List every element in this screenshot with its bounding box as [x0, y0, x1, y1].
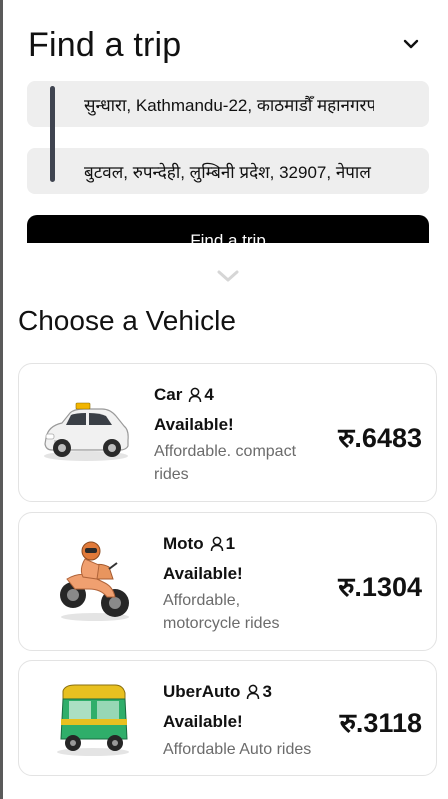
capacity: 4: [188, 385, 214, 405]
availability-status: Available!: [163, 712, 243, 731]
vehicle-description: Affordable. compact rides: [154, 443, 297, 483]
availability-status: Available!: [154, 415, 234, 434]
vehicle-name: Moto 1: [163, 534, 235, 554]
capacity-value: 1: [225, 534, 236, 553]
vehicle-price: रु.1304: [338, 572, 422, 602]
capacity: 1: [210, 534, 235, 554]
vehicle-description: Affordable, motorcycle rides: [163, 592, 280, 632]
user-icon: [247, 684, 260, 700]
vehicle-name: UberAuto 3: [163, 682, 272, 702]
vehicle-name-label: Moto: [163, 534, 204, 553]
motorcycle-image: [60, 541, 129, 621]
vehicle-name: Car 4: [154, 385, 214, 405]
car-image: [44, 402, 129, 461]
chevron-down-icon[interactable]: [215, 268, 241, 284]
dropoff-input[interactable]: बुटवल, रुपन्देही, लुम्बिनी प्रदेश, 32907…: [27, 148, 429, 194]
vehicle-section-heading: Choose a Vehicle: [18, 305, 236, 336]
collapse-panel-button[interactable]: [397, 30, 425, 58]
user-icon: [210, 536, 223, 552]
vehicle-name-label: Car: [154, 385, 183, 404]
capacity-value: 3: [262, 682, 272, 701]
vehicle-price: रु.6483: [338, 423, 422, 453]
availability-status: Available!: [163, 564, 243, 583]
chevron-down-icon: [403, 39, 419, 49]
find-trip-panel: Find a trip सुन्धारा, Kathmandu-22, काठम…: [3, 0, 438, 243]
vehicle-name-label: UberAuto: [163, 682, 241, 701]
capacity: 3: [246, 682, 272, 702]
vehicle-card-moto[interactable]: Moto 1 Available! Affordable, motorcycle…: [18, 512, 437, 651]
vehicle-price: रु.3118: [339, 708, 422, 738]
dropoff-value: बुटवल, रुपन्देही, लुम्बिनी प्रदेश, 32907…: [84, 162, 371, 182]
find-trip-button[interactable]: Find a trip: [27, 215, 429, 243]
vehicle-description: Affordable Auto rides: [163, 741, 312, 758]
auto-rickshaw-image: [57, 684, 129, 756]
pickup-input[interactable]: सुन्धारा, Kathmandu-22, काठमाडौँ महानगरप…: [27, 81, 429, 127]
route-line: [50, 86, 55, 182]
user-icon: [189, 387, 202, 403]
vehicle-card-car[interactable]: Car 4 Available! Affordable. compact rid…: [18, 363, 437, 502]
vehicle-card-uberauto[interactable]: UberAuto 3 Available! Affordable Auto ri…: [18, 660, 437, 776]
capacity-value: 4: [204, 385, 214, 404]
page-title: Find a trip: [28, 26, 182, 64]
pickup-value: सुन्धारा, Kathmandu-22, काठमाडौँ महानगरप…: [84, 95, 374, 115]
